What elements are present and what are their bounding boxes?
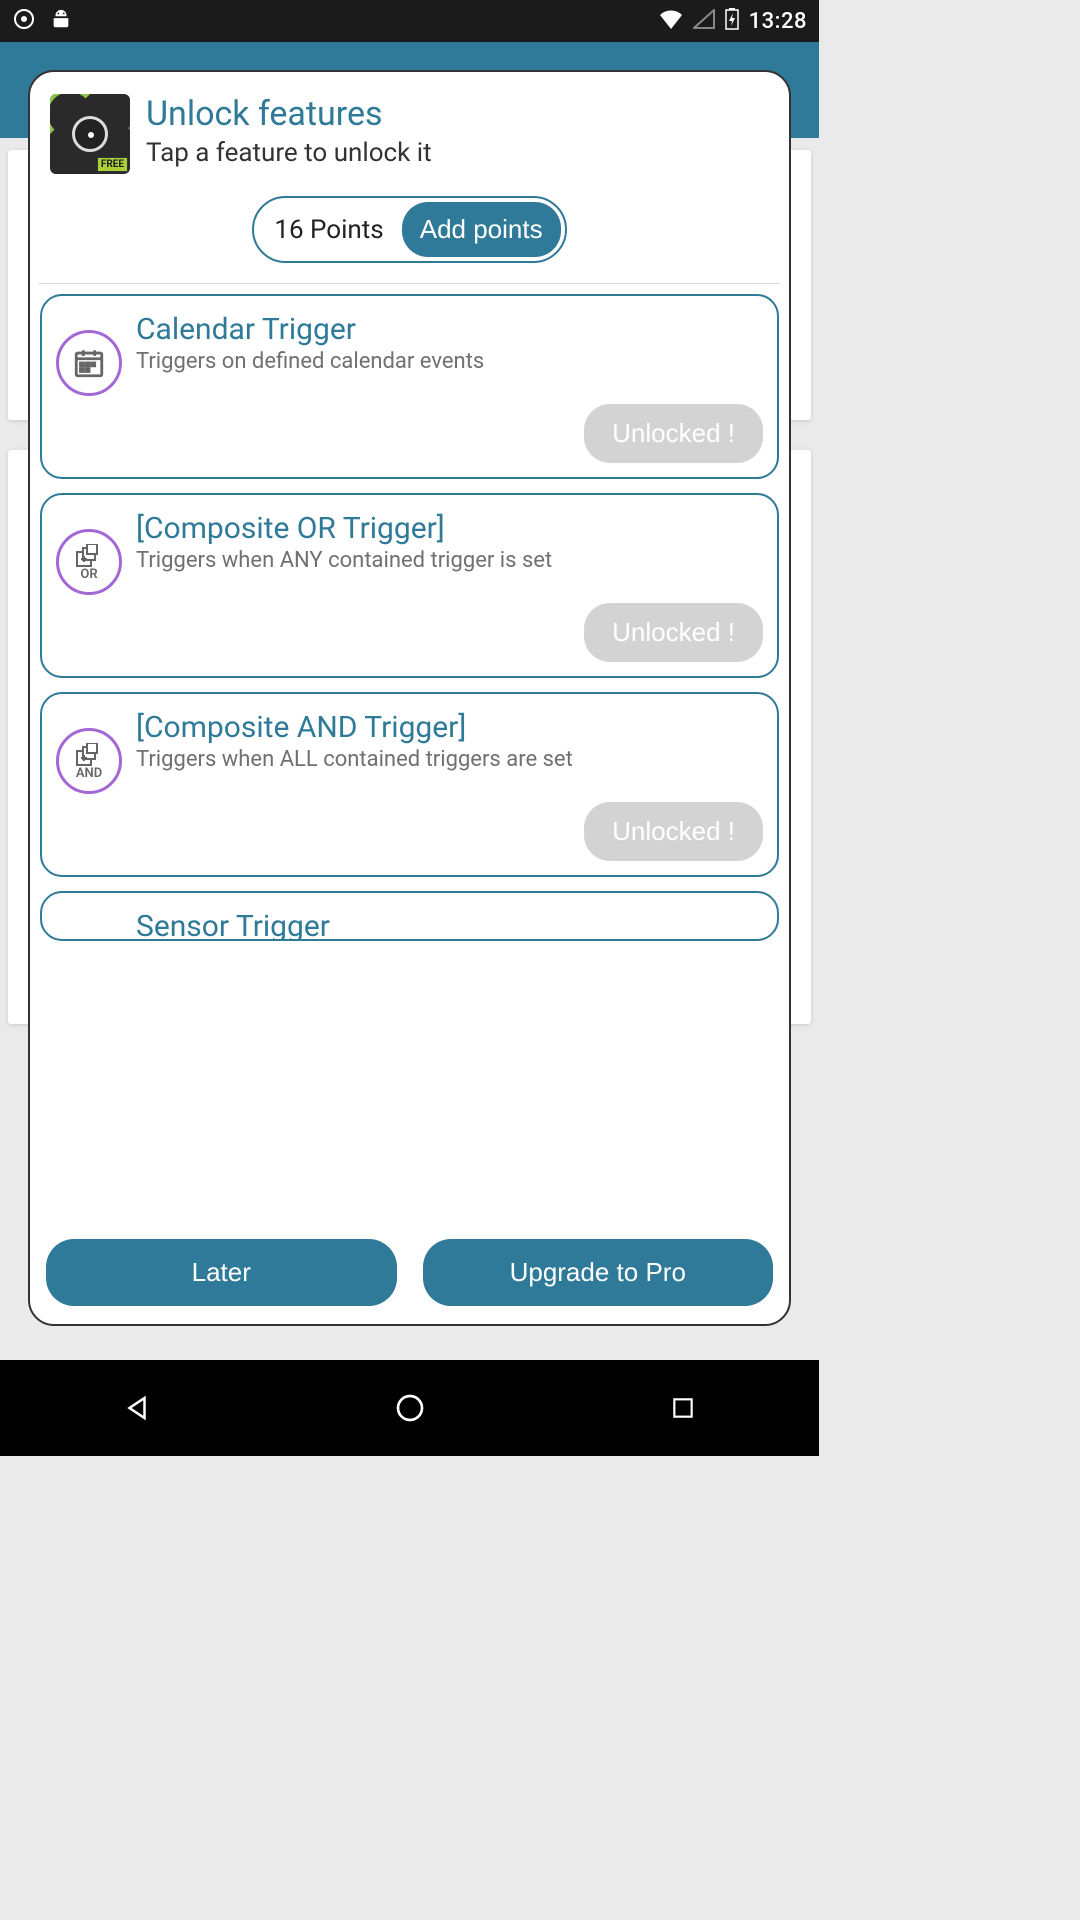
- feature-title: Calendar Trigger: [136, 312, 763, 347]
- app-icon: FREE: [50, 94, 130, 174]
- status-left: [12, 7, 72, 35]
- composite-or-icon: OR: [56, 529, 122, 595]
- recent-button[interactable]: [663, 1388, 703, 1428]
- android-icon: [50, 8, 72, 34]
- points-row: 16 Points Add points: [38, 184, 781, 284]
- later-button[interactable]: Later: [46, 1239, 397, 1306]
- points-container: 16 Points Add points: [252, 196, 566, 263]
- status-time: 13:28: [749, 9, 807, 34]
- home-button[interactable]: [390, 1388, 430, 1428]
- dialog-title: Unlock features: [146, 94, 432, 134]
- dialog-footer: Later Upgrade to Pro: [30, 1223, 789, 1324]
- back-button[interactable]: [117, 1388, 157, 1428]
- feature-title: Sensor Trigger: [136, 909, 763, 941]
- feature-card-sensor[interactable]: Sensor Trigger: [40, 891, 779, 941]
- feature-card-calendar[interactable]: Calendar Trigger Triggers on defined cal…: [40, 294, 779, 479]
- status-bar: 13:28: [0, 0, 819, 42]
- record-icon: [12, 7, 36, 35]
- add-points-button[interactable]: Add points: [402, 202, 561, 257]
- dialog-subtitle: Tap a feature to unlock it: [146, 138, 432, 168]
- battery-charging-icon: [725, 8, 739, 34]
- dialog-header: FREE Unlock features Tap a feature to un…: [30, 72, 789, 184]
- feature-desc: Triggers on defined calendar events: [136, 349, 763, 374]
- icon-subtext: AND: [76, 767, 102, 780]
- unlocked-button[interactable]: Unlocked !: [584, 404, 763, 463]
- wifi-icon: [659, 9, 683, 33]
- unlocked-button[interactable]: Unlocked !: [584, 802, 763, 861]
- unlocked-button[interactable]: Unlocked !: [584, 603, 763, 662]
- free-badge: FREE: [97, 157, 128, 172]
- navigation-bar: [0, 1360, 819, 1456]
- points-label: 16 Points: [258, 207, 395, 253]
- feature-desc: Triggers when ALL contained triggers are…: [136, 747, 763, 772]
- feature-title: [Composite AND Trigger]: [136, 710, 763, 745]
- icon-subtext: OR: [80, 568, 97, 581]
- calendar-icon: [56, 330, 122, 396]
- status-right: 13:28: [659, 8, 807, 34]
- signal-icon: [693, 9, 715, 33]
- feature-title: [Composite OR Trigger]: [136, 511, 763, 546]
- composite-and-icon: AND: [56, 728, 122, 794]
- feature-card-or[interactable]: OR [Composite OR Trigger] Triggers when …: [40, 493, 779, 678]
- feature-card-and[interactable]: AND [Composite AND Trigger] Triggers whe…: [40, 692, 779, 877]
- feature-list[interactable]: Calendar Trigger Triggers on defined cal…: [30, 284, 789, 1223]
- feature-desc: Triggers when ANY contained trigger is s…: [136, 548, 763, 573]
- unlock-features-dialog: FREE Unlock features Tap a feature to un…: [28, 70, 791, 1326]
- upgrade-button[interactable]: Upgrade to Pro: [423, 1239, 774, 1306]
